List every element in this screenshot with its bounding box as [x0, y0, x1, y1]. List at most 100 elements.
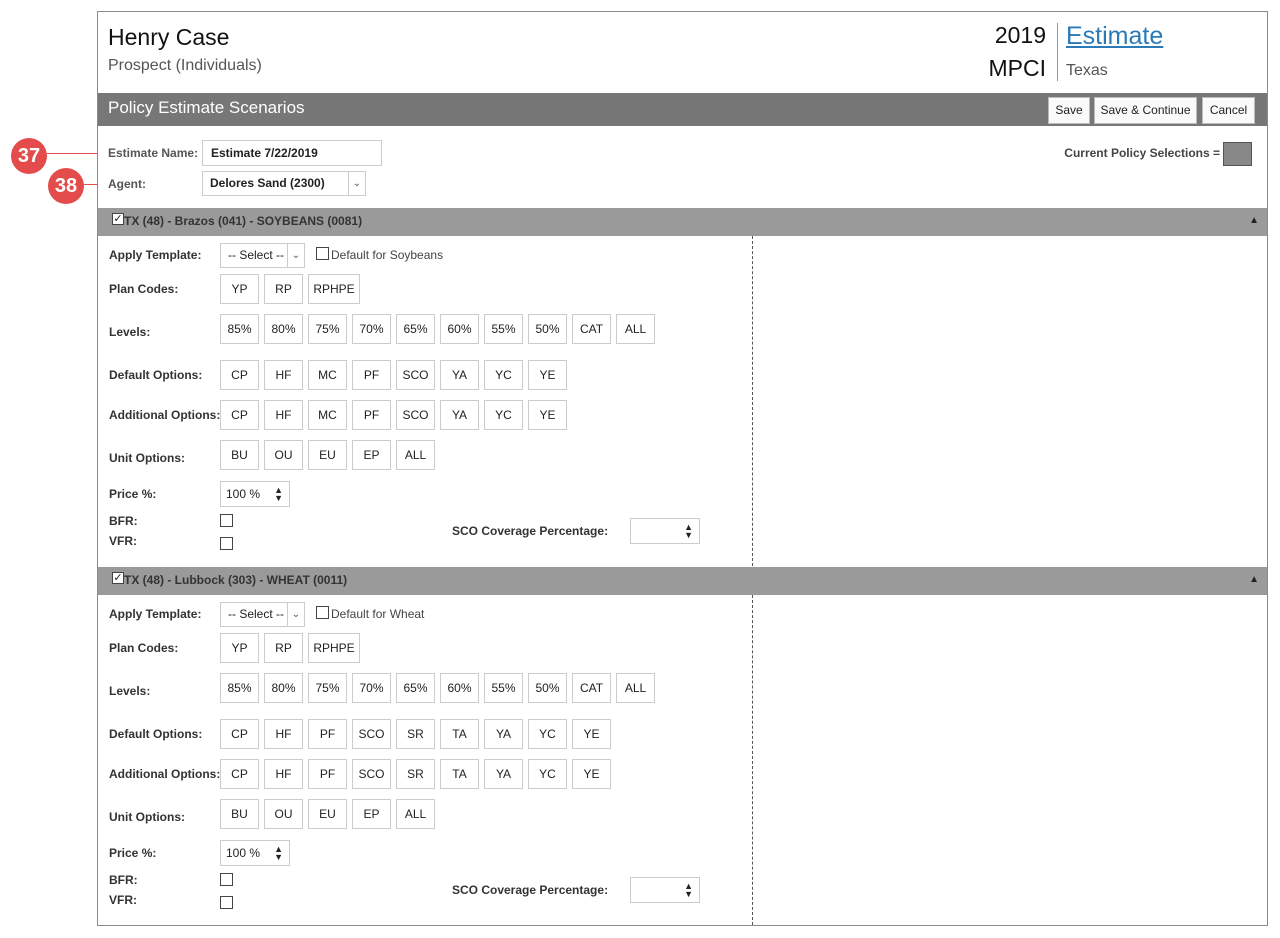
- county-header[interactable]: ✓ TX (48) - Brazos (041) - SOYBEANS (008…: [98, 208, 1267, 236]
- collapse-up-icon[interactable]: ▲: [1249, 215, 1259, 226]
- unit-option-button[interactable]: OU: [264, 440, 303, 470]
- additional-option-button[interactable]: YE: [528, 400, 567, 430]
- price-input[interactable]: 100 % ▲ ▼: [220, 840, 290, 866]
- additional-option-button[interactable]: TA: [440, 759, 479, 789]
- save-button[interactable]: Save: [1048, 97, 1090, 124]
- level-button[interactable]: 60%: [440, 314, 479, 344]
- spinner-icon[interactable]: ▲ ▼: [684, 882, 693, 899]
- level-button[interactable]: 50%: [528, 673, 567, 703]
- additional-option-button[interactable]: CP: [220, 400, 259, 430]
- spinner-icon[interactable]: ▲ ▼: [684, 523, 693, 540]
- level-button[interactable]: 70%: [352, 314, 391, 344]
- additional-option-button[interactable]: SR: [396, 759, 435, 789]
- plan-code-button[interactable]: RP: [264, 274, 303, 304]
- plan-code-button[interactable]: RPHPE: [308, 274, 360, 304]
- default-option-button[interactable]: PF: [308, 719, 347, 749]
- default-option-button[interactable]: CP: [220, 360, 259, 390]
- estimate-name-input[interactable]: Estimate 7/22/2019: [202, 140, 382, 166]
- additional-option-button[interactable]: HF: [264, 759, 303, 789]
- default-option-button[interactable]: YC: [484, 360, 523, 390]
- default-option-button[interactable]: YA: [440, 360, 479, 390]
- spinner-icon[interactable]: ▲ ▼: [274, 486, 283, 503]
- estimate-link[interactable]: Estimate: [1066, 22, 1163, 51]
- plan-code-button[interactable]: RPHPE: [308, 633, 360, 663]
- level-button[interactable]: 85%: [220, 673, 259, 703]
- level-button[interactable]: 80%: [264, 673, 303, 703]
- unit-option-button[interactable]: BU: [220, 799, 259, 829]
- default-option-button[interactable]: HF: [264, 719, 303, 749]
- template-select-value: -- Select --: [228, 607, 285, 621]
- default-option-button[interactable]: SCO: [396, 360, 435, 390]
- level-button[interactable]: CAT: [572, 673, 611, 703]
- default-template-checkbox[interactable]: [316, 606, 329, 619]
- sco-coverage-input[interactable]: ▲ ▼: [630, 877, 700, 903]
- default-option-button[interactable]: YE: [572, 719, 611, 749]
- unit-option-button[interactable]: ALL: [396, 799, 435, 829]
- level-button[interactable]: 55%: [484, 673, 523, 703]
- bfr-checkbox[interactable]: [220, 514, 233, 527]
- additional-option-button[interactable]: YA: [484, 759, 523, 789]
- cancel-button[interactable]: Cancel: [1202, 97, 1255, 124]
- additional-option-button[interactable]: YA: [440, 400, 479, 430]
- additional-option-button[interactable]: SCO: [396, 400, 435, 430]
- unit-option-button[interactable]: OU: [264, 799, 303, 829]
- level-button[interactable]: 70%: [352, 673, 391, 703]
- level-button[interactable]: 50%: [528, 314, 567, 344]
- unit-option-button[interactable]: EP: [352, 799, 391, 829]
- default-option-button[interactable]: CP: [220, 719, 259, 749]
- additional-option-button[interactable]: YC: [528, 759, 567, 789]
- default-option-button[interactable]: YC: [528, 719, 567, 749]
- collapse-up-icon[interactable]: ▲: [1249, 574, 1259, 585]
- additional-option-button[interactable]: MC: [308, 400, 347, 430]
- level-button[interactable]: ALL: [616, 673, 655, 703]
- unit-option-button[interactable]: BU: [220, 440, 259, 470]
- default-option-button[interactable]: MC: [308, 360, 347, 390]
- bfr-checkbox[interactable]: [220, 873, 233, 886]
- levels-label: Levels:: [109, 684, 151, 698]
- save-continue-button[interactable]: Save & Continue: [1094, 97, 1197, 124]
- level-button[interactable]: 60%: [440, 673, 479, 703]
- unit-option-button[interactable]: EU: [308, 440, 347, 470]
- price-input[interactable]: 100 % ▲ ▼: [220, 481, 290, 507]
- agent-select[interactable]: Delores Sand (2300) ⌄: [202, 171, 366, 196]
- default-option-button[interactable]: TA: [440, 719, 479, 749]
- additional-option-button[interactable]: YE: [572, 759, 611, 789]
- county-header[interactable]: ✓ TX (48) - Lubbock (303) - WHEAT (0011)…: [98, 567, 1267, 595]
- unit-option-button[interactable]: EP: [352, 440, 391, 470]
- level-button[interactable]: 65%: [396, 673, 435, 703]
- additional-option-button[interactable]: SCO: [352, 759, 391, 789]
- plan-code-button[interactable]: YP: [220, 633, 259, 663]
- spinner-icon[interactable]: ▲ ▼: [274, 845, 283, 862]
- default-option-button[interactable]: YE: [528, 360, 567, 390]
- default-option-button[interactable]: PF: [352, 360, 391, 390]
- level-button[interactable]: 75%: [308, 314, 347, 344]
- default-option-button[interactable]: SR: [396, 719, 435, 749]
- level-button[interactable]: 80%: [264, 314, 303, 344]
- county-checkbox[interactable]: ✓: [112, 213, 124, 225]
- sco-coverage-input[interactable]: ▲ ▼: [630, 518, 700, 544]
- default-option-button[interactable]: SCO: [352, 719, 391, 749]
- template-select[interactable]: -- Select -- ⌄: [220, 602, 305, 627]
- additional-option-button[interactable]: CP: [220, 759, 259, 789]
- template-select[interactable]: -- Select -- ⌄: [220, 243, 305, 268]
- additional-option-button[interactable]: PF: [352, 400, 391, 430]
- level-button[interactable]: 85%: [220, 314, 259, 344]
- plan-code-button[interactable]: RP: [264, 633, 303, 663]
- additional-option-button[interactable]: PF: [308, 759, 347, 789]
- level-button[interactable]: 55%: [484, 314, 523, 344]
- level-button[interactable]: ALL: [616, 314, 655, 344]
- additional-option-button[interactable]: HF: [264, 400, 303, 430]
- level-button[interactable]: CAT: [572, 314, 611, 344]
- unit-option-button[interactable]: ALL: [396, 440, 435, 470]
- default-template-checkbox[interactable]: [316, 247, 329, 260]
- default-option-button[interactable]: YA: [484, 719, 523, 749]
- vfr-checkbox[interactable]: [220, 896, 233, 909]
- additional-option-button[interactable]: YC: [484, 400, 523, 430]
- plan-code-button[interactable]: YP: [220, 274, 259, 304]
- default-option-button[interactable]: HF: [264, 360, 303, 390]
- county-checkbox[interactable]: ✓: [112, 572, 124, 584]
- vfr-checkbox[interactable]: [220, 537, 233, 550]
- level-button[interactable]: 75%: [308, 673, 347, 703]
- level-button[interactable]: 65%: [396, 314, 435, 344]
- unit-option-button[interactable]: EU: [308, 799, 347, 829]
